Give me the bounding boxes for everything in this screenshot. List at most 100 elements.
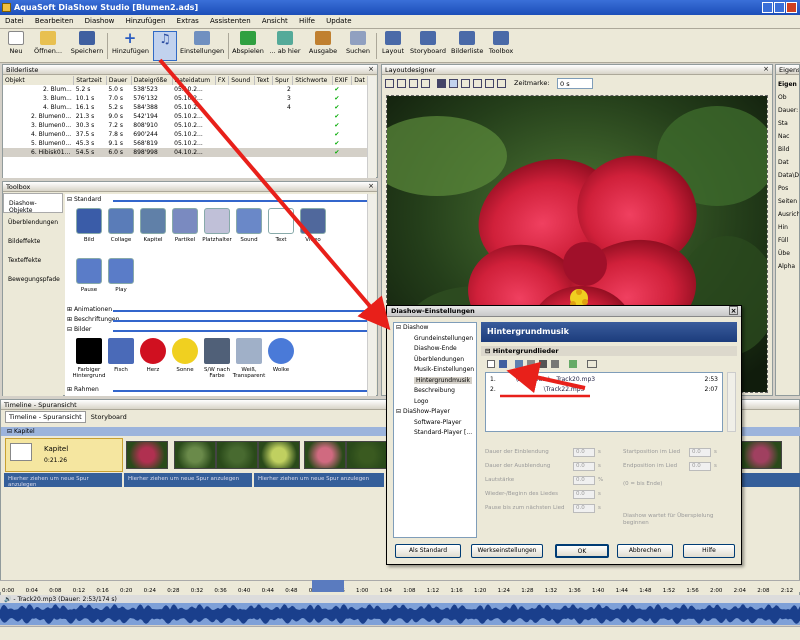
- table-row[interactable]: 3. Blumen0... 30.3 s 7.2 s 808'910 05.10.2..…: [3, 121, 369, 130]
- preview-icon[interactable]: [497, 79, 506, 88]
- field-input[interactable]: 0.0: [573, 462, 595, 471]
- menu-assistenten[interactable]: Assistenten: [205, 15, 255, 25]
- track-item[interactable]: 1. \Data\Data\ - Track20.mp3 2:53: [490, 376, 718, 383]
- tab-diashow-objekte[interactable]: Diashow-Objekte: [3, 193, 63, 214]
- list-icon[interactable]: [587, 360, 597, 368]
- drop-zone[interactable]: [742, 473, 800, 487]
- zoom-out-icon[interactable]: [397, 79, 406, 88]
- timeline-thumbnail[interactable]: [174, 441, 216, 469]
- table-row[interactable]: 4. Blumen0... 37.5 s 7.8 s 690'244 05.10.2..…: [3, 130, 369, 139]
- field-input[interactable]: 0.0: [573, 448, 595, 457]
- toolbox-item[interactable]: Pause: [71, 258, 107, 293]
- tree-software-player[interactable]: Software-Player: [394, 418, 476, 429]
- toolbox-item[interactable]: Platzhalter: [199, 208, 235, 243]
- tree-hintergrundmusik[interactable]: Hintergrundmusik: [414, 376, 472, 384]
- scrollbar[interactable]: [367, 194, 376, 396]
- tab-timeline[interactable]: Timeline - Spuransicht: [5, 411, 86, 423]
- close-icon[interactable]: [786, 2, 797, 13]
- audio-waveform[interactable]: [0, 603, 800, 625]
- tree-standard-player[interactable]: Standard-Player [...: [394, 428, 476, 439]
- close-icon[interactable]: ×: [368, 182, 374, 190]
- save-icon[interactable]: [499, 360, 507, 368]
- section-beschriftungen[interactable]: ⊞ Beschriftungen: [67, 316, 367, 324]
- move-icon[interactable]: [461, 79, 470, 88]
- toolbox-item[interactable]: Play: [103, 258, 139, 293]
- playhead-marker[interactable]: [312, 580, 344, 592]
- field-input[interactable]: 0.0: [573, 490, 595, 499]
- menu-hinzufuegen[interactable]: Hinzufügen: [121, 15, 170, 25]
- menu-extras[interactable]: Extras: [172, 15, 203, 25]
- zoom-fit-icon[interactable]: [409, 79, 418, 88]
- search-button[interactable]: Suchen: [344, 31, 372, 61]
- save-button[interactable]: Speichern: [70, 31, 104, 61]
- toolbox-item[interactable]: Partikel: [167, 208, 203, 243]
- field-input[interactable]: 0.0: [573, 504, 595, 513]
- new-track-icon[interactable]: [487, 360, 495, 368]
- menu-ansicht[interactable]: Ansicht: [257, 15, 292, 25]
- maximize-icon[interactable]: [774, 2, 785, 13]
- toolbox-item[interactable]: Wolke: [263, 338, 299, 373]
- help-button[interactable]: Hilfe: [683, 544, 735, 558]
- play-from-here-button[interactable]: ... ab hier: [268, 31, 302, 61]
- toolbox-item[interactable]: Collage: [103, 208, 139, 243]
- add-button[interactable]: + Hinzufügen: [112, 31, 149, 61]
- table-row[interactable]: 6. Hibisk01... 54.5 s 6.0 s 898'998 04.10.2.…: [3, 148, 369, 157]
- section-animationen[interactable]: ⊞ Animationen: [67, 306, 367, 314]
- drop-zone[interactable]: Hierher ziehen um neue Spur anzulegen: [124, 473, 252, 487]
- timeline-thumbnail[interactable]: [304, 441, 346, 469]
- toolbox-item[interactable]: Farbiger Hintergrund: [71, 338, 107, 379]
- table-row[interactable]: 4. Blum... 16.1 s 5.2 s 584'388 05.10.2... 4 ✔: [3, 103, 369, 112]
- toolbox-item[interactable]: Video: [295, 208, 331, 243]
- toolbox-item[interactable]: S/W nach Farbe: [199, 338, 235, 379]
- timeline-thumbnail[interactable]: [258, 441, 300, 469]
- toolbox-item[interactable]: Herz: [135, 338, 171, 373]
- section-rahmen[interactable]: ⊞ Rahmen: [67, 386, 367, 394]
- remove-track-icon[interactable]: [527, 360, 535, 368]
- menu-datei[interactable]: Datei: [0, 15, 28, 25]
- table-row[interactable]: 3. Blum... 10.1 s 7.0 s 576'132 05.10.2... 3 ✔: [3, 94, 369, 103]
- toolbox-button[interactable]: Toolbox: [487, 31, 515, 61]
- drop-zone[interactable]: Hierher ziehen um neue Spur anzulegen: [254, 473, 384, 487]
- toolbox-item[interactable]: Sonne: [167, 338, 203, 373]
- menu-hilfe[interactable]: Hilfe: [294, 15, 319, 25]
- layout-button[interactable]: Layout: [380, 31, 406, 61]
- close-icon[interactable]: ×: [763, 65, 769, 73]
- section-bilder[interactable]: ⊟ Bilder: [67, 326, 367, 334]
- window-controls[interactable]: [762, 2, 798, 13]
- table-row[interactable]: 2. Blum... 5.2 s 5.0 s 538'523 05.10.2... 2 ✔: [3, 85, 369, 94]
- zeitmarke-input[interactable]: 0 s: [557, 78, 593, 89]
- path-icon[interactable]: [485, 79, 494, 88]
- tab-ueberblendungen[interactable]: Überblendungen: [3, 213, 63, 232]
- move-icon[interactable]: [551, 360, 559, 368]
- tab-storyboard[interactable]: Storyboard: [88, 412, 130, 422]
- toolbox-item[interactable]: Sound: [231, 208, 267, 243]
- close-icon[interactable]: ×: [729, 306, 738, 315]
- field-input[interactable]: 0.0: [689, 448, 711, 457]
- music-button[interactable]: ♫: [153, 31, 177, 61]
- timeline-thumbnail[interactable]: [216, 441, 258, 469]
- storyboard-button[interactable]: Storyboard: [409, 31, 447, 61]
- chapter-block[interactable]: Kapitel 0:21.26: [5, 438, 123, 472]
- grid-icon[interactable]: [437, 79, 446, 88]
- table-row[interactable]: 2. Blumen0... 21.3 s 9.0 s 542'194 05.10.2..…: [3, 112, 369, 121]
- crop-icon[interactable]: [473, 79, 482, 88]
- minimize-icon[interactable]: [762, 2, 773, 13]
- tree-logo[interactable]: Logo: [394, 397, 476, 408]
- tab-texteffekte[interactable]: Texteffekte: [3, 251, 63, 270]
- play-icon[interactable]: [569, 360, 577, 368]
- open-button[interactable]: Öffnen...: [32, 31, 64, 61]
- tab-bewegungspfade[interactable]: Bewegungspfade: [3, 270, 63, 289]
- tree-beschreibung[interactable]: Beschreibung: [394, 386, 476, 397]
- play-button[interactable]: Abspielen: [232, 31, 264, 61]
- tree-diashow-ende[interactable]: Diashow-Ende: [394, 344, 476, 355]
- track-item[interactable]: 2. \Track22.mp3 2:07: [490, 386, 718, 393]
- output-button[interactable]: Ausgabe: [307, 31, 339, 61]
- tree-diashow-player[interactable]: ⊟ DiaShow-Player: [394, 407, 476, 418]
- settings-button[interactable]: Einstellungen: [180, 31, 224, 61]
- timeline-thumbnail[interactable]: [126, 441, 168, 469]
- add-track-icon[interactable]: [515, 360, 523, 368]
- image-list-button[interactable]: Bilderliste: [451, 31, 483, 61]
- tree-grundeinstellungen[interactable]: Grundeinstellungen: [394, 334, 476, 345]
- section-standard[interactable]: ⊟ Standard: [67, 196, 367, 204]
- tree-diashow[interactable]: ⊟ Diashow: [394, 323, 476, 334]
